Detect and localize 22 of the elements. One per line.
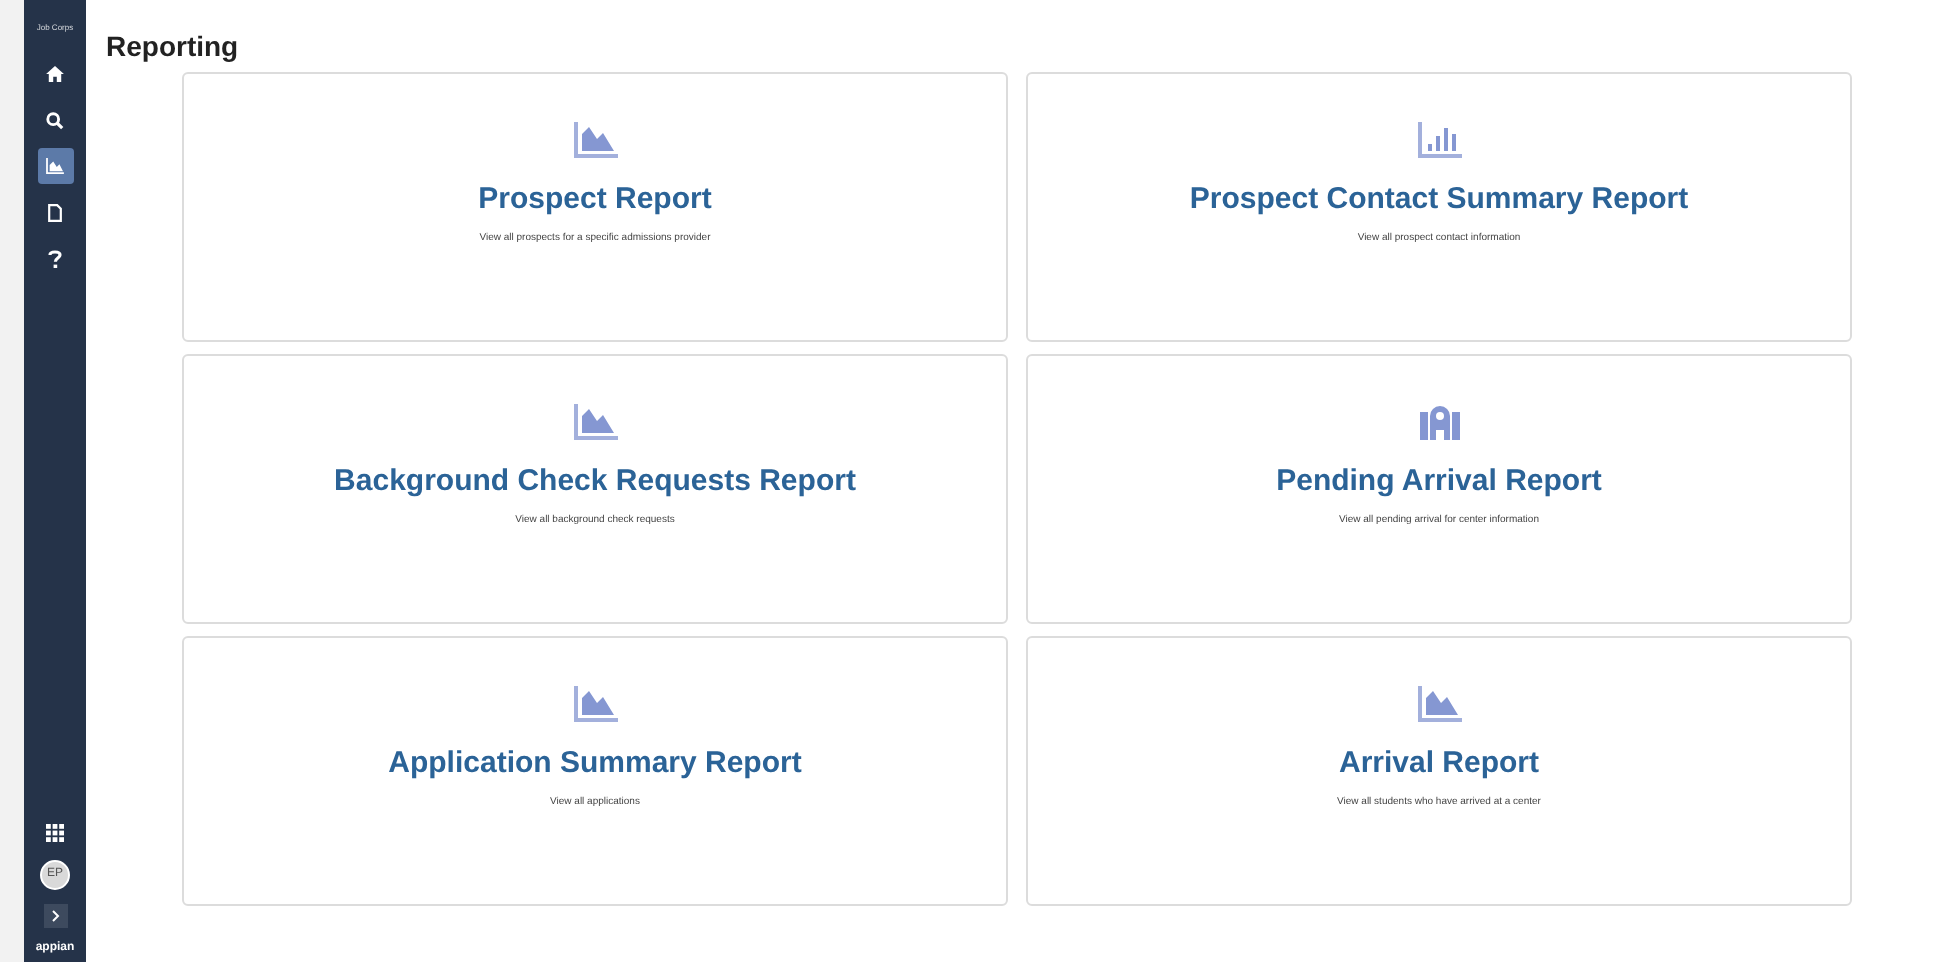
report-title: Prospect Report <box>478 182 712 218</box>
help-icon <box>48 249 62 267</box>
area-chart-icon <box>573 686 617 722</box>
report-title: Pending Arrival Report <box>1276 464 1602 500</box>
document-icon <box>48 203 62 221</box>
expand-button[interactable] <box>43 904 67 928</box>
chart-icon <box>46 158 64 174</box>
report-title: Prospect Contact Summary Report <box>1189 182 1689 218</box>
area-chart-icon <box>573 122 617 158</box>
chart-nav-button[interactable] <box>37 148 73 184</box>
apps-grid-icon[interactable] <box>46 824 64 842</box>
search-icon <box>46 111 64 129</box>
report-title: Background Check Requests Report <box>334 464 856 500</box>
area-chart-icon <box>1417 686 1461 722</box>
report-title: Arrival Report <box>1338 746 1540 782</box>
building-icon <box>1419 404 1459 440</box>
home-icon <box>46 66 64 82</box>
report-title: Application Summary Report <box>388 746 802 782</box>
bar-chart-icon <box>1417 122 1461 158</box>
area-chart-icon <box>573 404 617 440</box>
chevron-icon <box>51 910 59 922</box>
page-title: Reporting <box>106 28 241 64</box>
